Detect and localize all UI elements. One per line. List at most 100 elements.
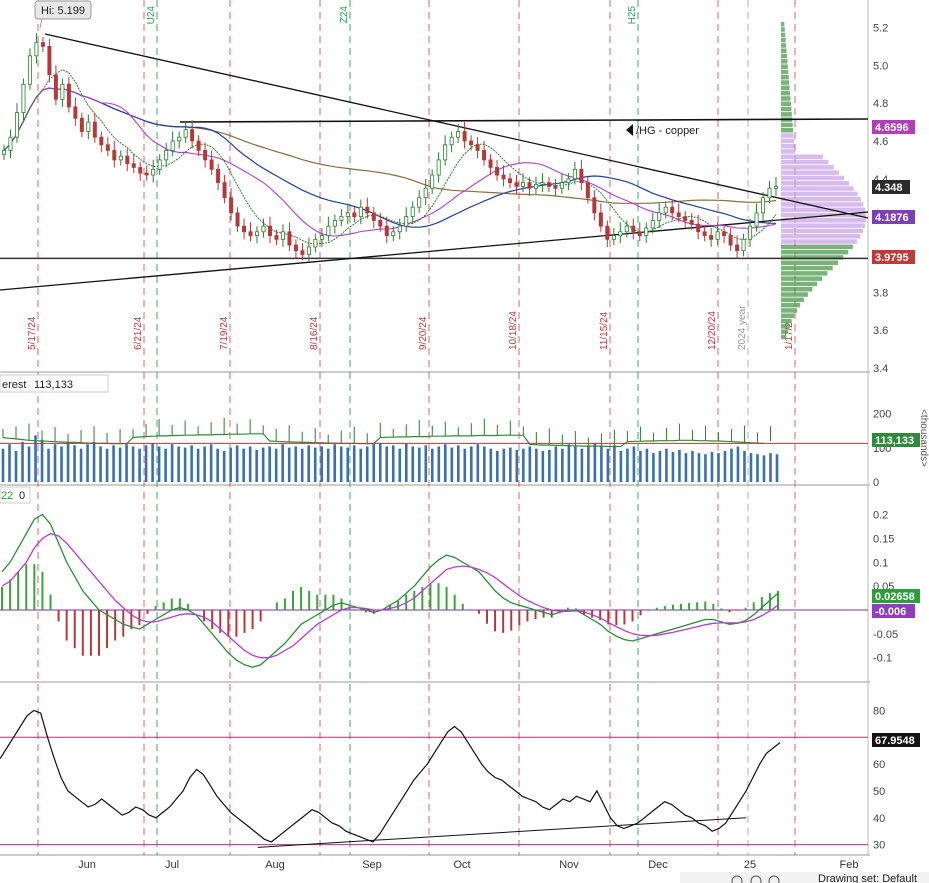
candle-body [488,159,493,168]
candle-body [397,225,402,233]
volume-bar [268,446,271,482]
candle-body [624,225,629,233]
volume-bar [255,449,258,482]
candle-body [352,212,357,218]
candle-body [482,150,487,161]
volume-profile-bar [781,297,804,303]
volume-bar [417,447,421,482]
volume-bar [632,446,636,482]
volume-profile-bar [781,313,795,318]
candle-body [670,206,675,214]
candle-body [365,206,370,214]
candle-body [255,231,260,236]
macd-badge: 0.02658 [875,591,915,603]
volume-profile-bar [781,271,828,276]
volume-profile-bar [781,32,786,38]
candle-body [644,227,649,236]
price-tick-label: 5.2 [873,22,888,34]
candle-body [261,225,266,233]
volume-profile-bar [781,101,791,106]
candle-body [676,212,681,218]
macd-title-prefix: 22 [1,490,13,502]
candle-body [164,150,169,161]
volume-bar [528,446,532,482]
volume-profile-bar [781,53,787,59]
macd-title: 22 0 [0,486,31,504]
candle-body [579,168,584,183]
volume-profile-bar [781,260,839,265]
copper-chart[interactable]: 5/17/24 6/21/24 7/19/24 8/16/24 9/20/24 10/18… [0,0,929,883]
signal-badge: -0.006 [875,606,906,618]
open-interest-line [2,433,765,448]
volume-bar [151,443,154,482]
candle-body [741,238,746,252]
volume-bar [723,450,727,482]
rsi-badge: 67.9548 [875,735,915,747]
candle-body [689,220,694,225]
volume-profile-bar [781,165,834,170]
macd-tick-label: 0.15 [873,533,894,545]
volume-bar [561,448,564,482]
candle-body [306,246,311,255]
volume-bar [164,448,167,482]
volume-bar [203,446,206,482]
x-axis-label: Feb [840,859,859,871]
candle-body [144,172,149,176]
candle-body [404,216,409,227]
candle-body [709,235,714,240]
candle-body [436,159,441,176]
volume-bar [60,446,63,482]
volume-bar [658,450,662,482]
volume-profile-bar [781,159,829,165]
volume-bar [606,448,610,482]
volume-bar [359,448,363,482]
rsi-tick-label: 50 [873,786,885,798]
macd-tick-label: 0.2 [873,510,888,522]
price-tick-label: 4.6 [873,136,888,148]
candle-body [60,83,65,100]
price-badge: 4.6596 [875,122,909,134]
candle-body [242,225,247,233]
volume-bar [92,442,96,482]
volume-bar [476,444,480,482]
candle-body [410,206,415,218]
candle-body [92,121,97,138]
volume-bar [372,444,376,482]
volume-profile-bar [781,302,801,308]
candle-body [540,182,545,185]
volume-bar [710,452,714,482]
volume-bar [320,446,324,482]
macd-tick-label: 0.1 [873,557,888,569]
candle-body [34,42,39,57]
rsi-line [0,709,781,843]
volume-profile-bar [781,191,858,197]
volume-profile-bar [781,334,787,340]
candle-body [663,206,668,214]
volume-bar [515,449,519,482]
candle-body [475,144,480,151]
thousands-label: <thousands> [918,409,929,467]
candle-body [508,178,513,183]
candle-body [683,216,688,221]
volume-bar [580,448,584,482]
candle-body [216,168,221,183]
volume-bar [509,447,512,482]
drawing-set-label[interactable]: Drawing set: Default [818,873,917,883]
rsi-tick-label: 40 [873,813,885,825]
volume-profile-bar [781,112,792,117]
volume-bar [326,448,330,482]
candle-body [585,182,590,199]
volume-bar [287,447,291,482]
macd-title-value: 0 [19,490,25,502]
volume-bar [222,450,226,482]
volume-bar [242,448,245,482]
candle-body [125,155,130,165]
candle-body [112,150,117,161]
volume-bar [717,453,720,482]
volume-profile-bar [781,64,788,69]
rsi-tick-label: 30 [873,840,885,852]
oi-title-value: 113,133 [34,379,73,391]
event-label: Z24 [339,6,350,24]
candle-body [177,136,182,142]
candle-body [748,225,753,240]
